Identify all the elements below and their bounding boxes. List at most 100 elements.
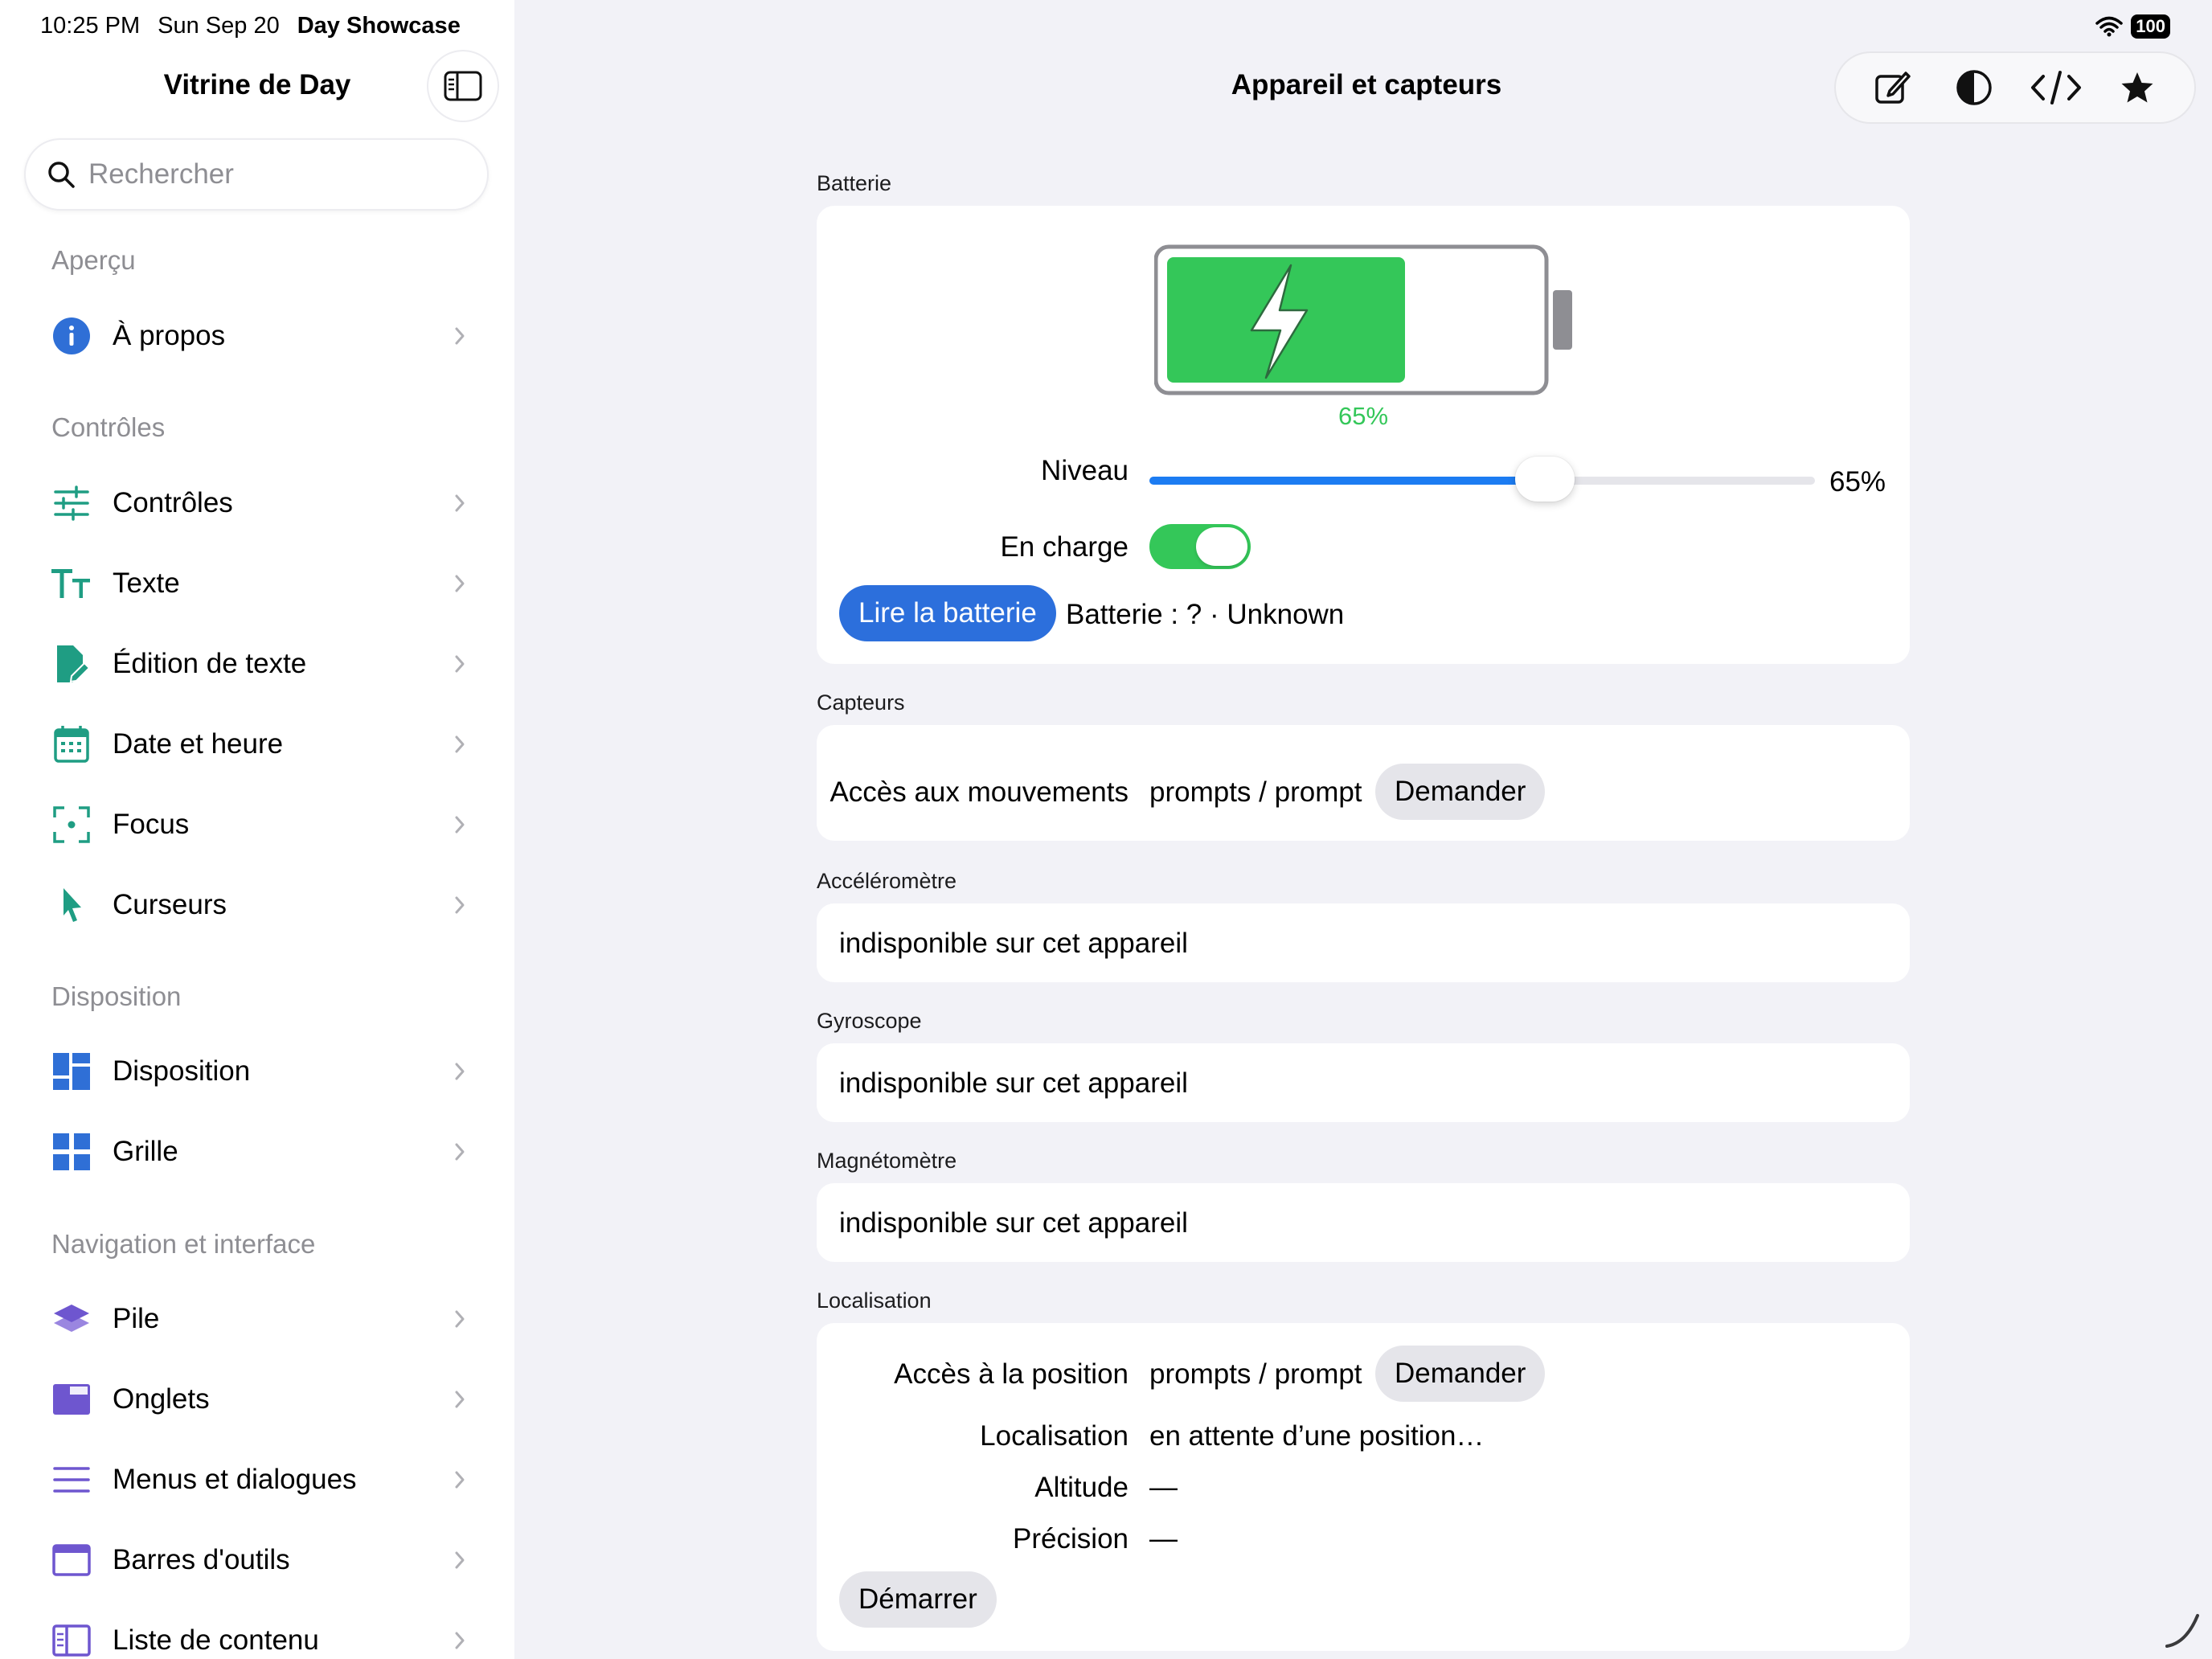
sidebar-item-liste-de-contenu[interactable]: Liste de contenu	[51, 1608, 469, 1659]
status-app-name: Day Showcase	[297, 13, 461, 39]
battery-percent-label: 65%	[1337, 402, 1389, 430]
location-access-label: Accès à la position	[894, 1358, 1129, 1390]
compose-button[interactable]	[1865, 59, 1921, 116]
motion-access-label: Accès aux mouvements	[830, 776, 1129, 808]
status-battery: 100	[2131, 14, 2170, 39]
sidebar-item-label: Édition de texte	[113, 648, 307, 679]
toolbar	[1834, 51, 2196, 124]
wifi-icon	[2095, 16, 2124, 37]
altitude-label: Altitude	[1034, 1472, 1129, 1503]
favorite-button[interactable]	[2109, 59, 2165, 116]
group-label-batterie: Batterie	[817, 171, 892, 195]
info-icon	[51, 316, 92, 356]
charging-label: En charge	[1000, 531, 1129, 563]
sidebar-item-barres-d-outils[interactable]: Barres d'outils	[51, 1528, 469, 1592]
document-edit-icon	[51, 644, 92, 684]
level-value: 65%	[1829, 466, 1886, 498]
request-location-button[interactable]: Demander	[1375, 1346, 1546, 1402]
grid-icon	[51, 1132, 92, 1172]
sidebar-item-label: Menus et dialogues	[113, 1464, 357, 1495]
section-header-apercu: Aperçu	[51, 245, 136, 275]
text-size-icon	[51, 563, 92, 604]
battery-status-text: Batterie : ? · Unknown	[1066, 599, 1345, 630]
magnetometer-card: indisponible sur cet appareil	[817, 1183, 1910, 1262]
sidebar-item-grille[interactable]: Grille	[51, 1120, 469, 1184]
sidebar-item-controles[interactable]: Contrôles	[51, 471, 469, 535]
resize-handle-icon[interactable]	[2162, 1611, 2202, 1651]
magnetometer-value: indisponible sur cet appareil	[839, 1207, 1188, 1239]
sidebar-item-texte[interactable]: Texte	[51, 551, 469, 616]
section-header-controles: Contrôles	[51, 412, 166, 442]
sidebar-item-menus-et-dialogues[interactable]: Menus et dialogues	[51, 1448, 469, 1512]
sidebar-item-edition-de-texte[interactable]: Édition de texte	[51, 632, 469, 696]
level-slider[interactable]	[1149, 457, 1815, 502]
sidebar-item-label: Grille	[113, 1136, 178, 1167]
sidebar-item-onglets[interactable]: Onglets	[51, 1367, 469, 1432]
gyroscope-card: indisponible sur cet appareil	[817, 1043, 1910, 1122]
toolbar-icon	[51, 1540, 92, 1580]
group-label-capteurs: Capteurs	[817, 690, 905, 715]
group-label-magnetometre: Magnétomètre	[817, 1149, 957, 1173]
menu-lines-icon	[51, 1460, 92, 1500]
sidebar-item-curseurs[interactable]: Curseurs	[51, 873, 469, 937]
read-battery-button[interactable]: Lire la batterie	[839, 585, 1056, 641]
sidebar-item-a-propos[interactable]: À propos	[51, 304, 469, 368]
cursor-icon	[51, 885, 92, 925]
section-header-disposition: Disposition	[51, 981, 182, 1011]
chevron-right-icon	[455, 1551, 465, 1569]
focus-icon	[51, 805, 92, 845]
group-label-localisation: Localisation	[817, 1288, 932, 1313]
location-value: en attente d’une position…	[1149, 1420, 1485, 1452]
sidebar-item-label: Barres d'outils	[113, 1544, 290, 1575]
search-field[interactable]	[24, 138, 489, 211]
level-slider-thumb[interactable]	[1515, 457, 1575, 502]
contrast-button[interactable]	[1946, 59, 2002, 116]
request-motion-button[interactable]: Demander	[1375, 764, 1546, 820]
motion-access-value: prompts / prompt	[1149, 776, 1362, 808]
status-bar-right: 100	[2095, 14, 2170, 39]
star-icon	[2121, 72, 2153, 103]
chevron-right-icon	[455, 494, 465, 512]
code-icon	[2030, 71, 2081, 104]
sidebar-item-label: Onglets	[113, 1383, 210, 1415]
status-date: Sun Sep 20	[158, 13, 280, 39]
code-button[interactable]	[2028, 59, 2084, 116]
compose-icon	[1875, 72, 1911, 104]
chevron-right-icon	[455, 1143, 465, 1161]
search-icon	[48, 162, 75, 188]
sidebar-toggle-button[interactable]	[427, 50, 499, 122]
chevron-right-icon	[455, 1471, 465, 1489]
status-time: 10:25 PM	[40, 13, 141, 39]
chevron-right-icon	[455, 655, 465, 673]
location-access-value: prompts / prompt	[1149, 1358, 1362, 1390]
location-label: Localisation	[980, 1420, 1129, 1452]
search-input[interactable]	[88, 158, 474, 190]
sidebar-item-label: Pile	[113, 1303, 160, 1334]
start-location-button[interactable]: Démarrer	[839, 1571, 997, 1628]
accelerometer-card: indisponible sur cet appareil	[817, 903, 1910, 982]
chevron-right-icon	[455, 735, 465, 753]
precision-value: —	[1149, 1523, 1178, 1555]
chevron-right-icon	[455, 1632, 465, 1649]
sidebar-item-disposition[interactable]: Disposition	[51, 1039, 469, 1104]
altitude-value: —	[1149, 1472, 1178, 1503]
stack-icon	[51, 1299, 92, 1339]
content-list-icon	[51, 1620, 92, 1659]
section-header-navigation: Navigation et interface	[51, 1229, 316, 1259]
sidebar-item-date-et-heure[interactable]: Date et heure	[51, 712, 469, 776]
precision-label: Précision	[1013, 1523, 1129, 1555]
level-label: Niveau	[1041, 455, 1129, 486]
status-bar-left: 10:25 PM Sun Sep 20 Day Showcase	[40, 13, 461, 39]
chevron-right-icon	[455, 896, 465, 914]
sidebar-item-focus[interactable]: Focus	[51, 793, 469, 857]
sidebar-item-pile[interactable]: Pile	[51, 1287, 469, 1351]
chevron-right-icon	[455, 575, 465, 592]
sidebar-item-label: Date et heure	[113, 728, 284, 760]
chevron-right-icon	[455, 1310, 465, 1328]
level-slider-fill	[1149, 477, 1546, 485]
group-label-accelerometre: Accéléromètre	[817, 869, 957, 893]
calendar-icon	[51, 724, 92, 764]
group-label-gyroscope: Gyroscope	[817, 1009, 922, 1033]
sidebar-item-label: Curseurs	[113, 889, 227, 920]
charging-toggle[interactable]	[1149, 524, 1251, 569]
